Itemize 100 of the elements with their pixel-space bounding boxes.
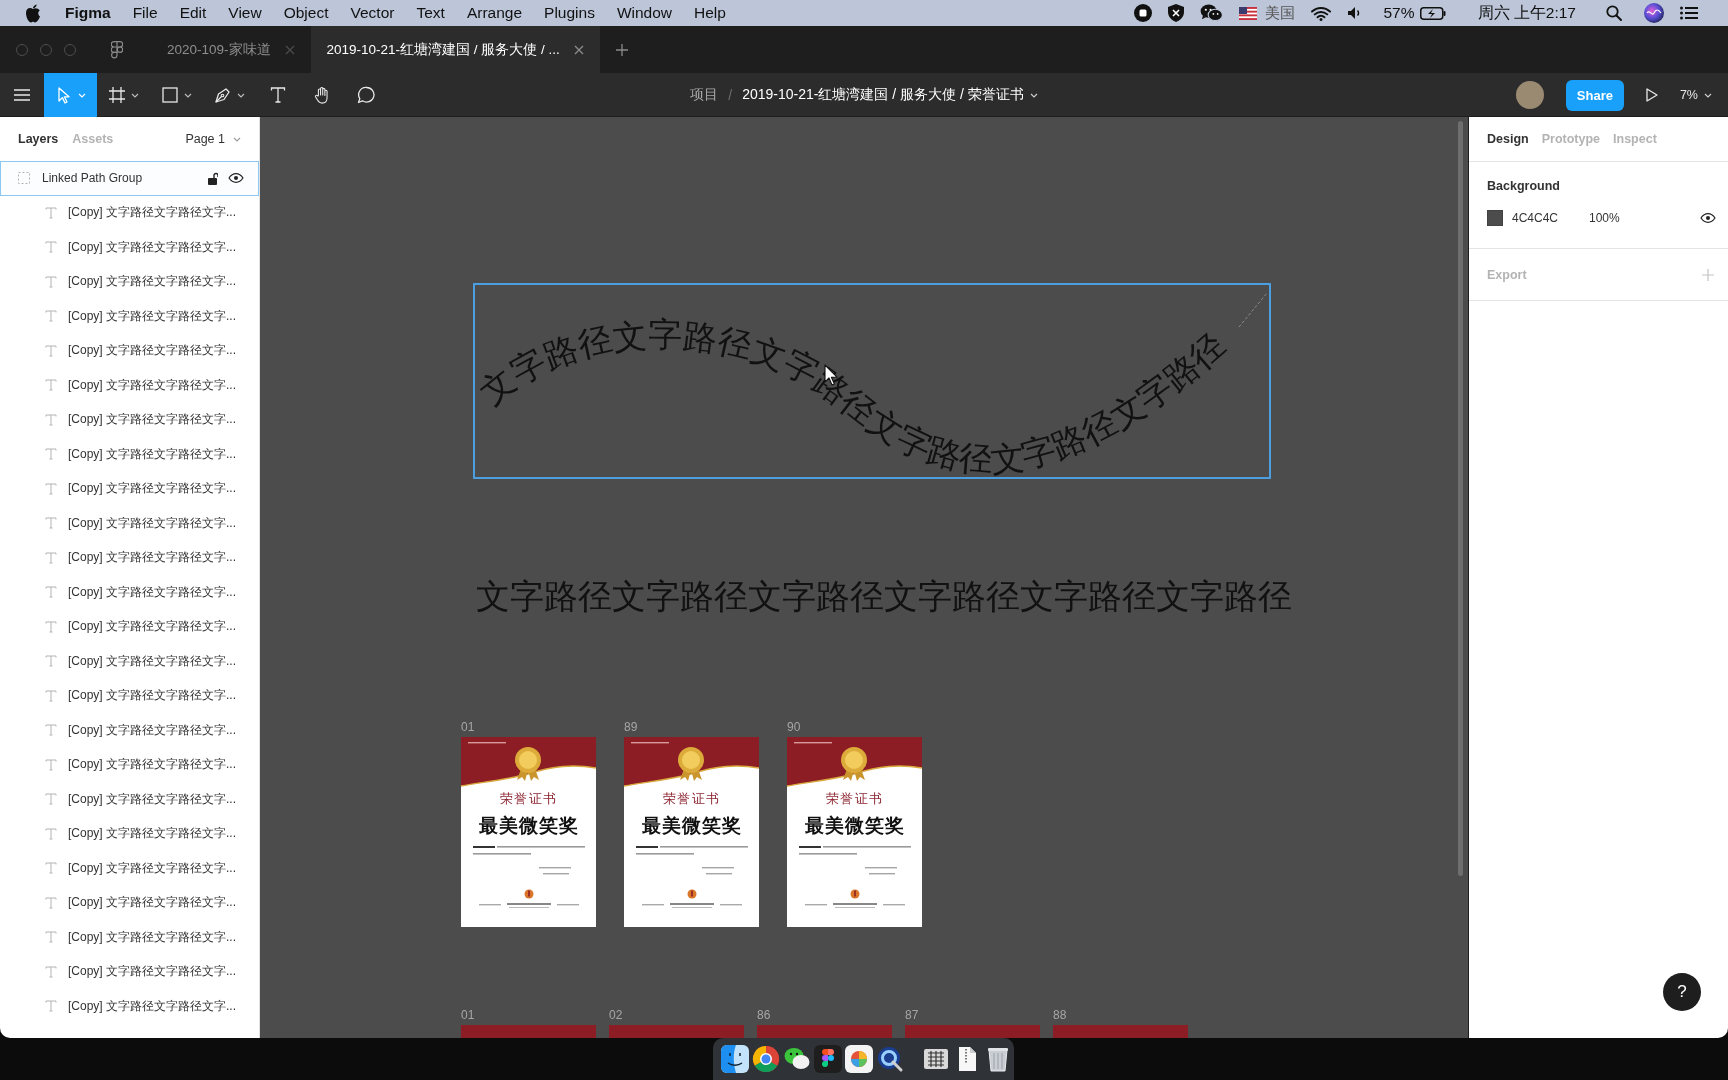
text-layer-icon xyxy=(45,275,57,288)
panel-tab[interactable]: Layers xyxy=(18,132,59,146)
plus-icon[interactable] xyxy=(615,43,628,56)
layer-item[interactable]: [Copy] 文字路径文字路径文字... xyxy=(0,264,259,299)
text-layer-icon xyxy=(45,379,57,392)
text-layer-icon xyxy=(45,1000,57,1013)
apple-icon[interactable] xyxy=(25,3,41,23)
layer-item[interactable]: [Copy] 文字路径文字路径文字... xyxy=(0,230,259,265)
list-icon[interactable] xyxy=(1680,6,1698,20)
file-tab[interactable]: 2019-10-21-红塘湾建国 / 服务大使 / ... xyxy=(310,26,600,73)
award-title: 最美微笑奖 xyxy=(641,813,742,837)
q-circle-icon[interactable] xyxy=(876,1045,904,1073)
eye-icon[interactable] xyxy=(228,173,244,184)
text-layer-icon xyxy=(45,931,57,944)
zoom-menu-button[interactable]: 7% xyxy=(1679,88,1712,102)
frame-label[interactable]: 87 xyxy=(905,1008,919,1022)
app-logo-icon[interactable] xyxy=(111,40,123,59)
layer-item[interactable]: [Copy] 文字路径文字路径文字... xyxy=(0,609,259,644)
menu-item[interactable]: Text xyxy=(405,4,456,22)
battery-percent[interactable]: 57% xyxy=(1383,4,1415,22)
pointer-icon xyxy=(55,86,73,104)
square-icon xyxy=(161,86,179,104)
frame-label[interactable]: 88 xyxy=(1053,1008,1067,1022)
scrollbar-thumb[interactable] xyxy=(1458,121,1463,876)
certificate-title: 荣誉证书 xyxy=(499,791,558,807)
battery-icon[interactable] xyxy=(1419,6,1446,20)
color-hex-input[interactable]: 4C4C4C xyxy=(1512,211,1589,225)
menu-item[interactable]: View xyxy=(217,4,273,22)
layer-item[interactable]: [Copy] 文字路径文字路径文字... xyxy=(0,678,259,713)
menu-item[interactable]: Help xyxy=(683,4,737,22)
app-menu[interactable]: Figma xyxy=(54,4,122,22)
color-swatch-icon[interactable] xyxy=(1487,210,1503,226)
play-icon[interactable] xyxy=(1645,88,1658,102)
award-title: 最美微笑奖 xyxy=(478,813,579,837)
text-layer-icon xyxy=(45,862,57,875)
menu-item[interactable]: Vector xyxy=(339,4,406,22)
certificate-frame[interactable]: 荣誉证书 最美微笑奖 xyxy=(787,737,922,927)
shield-icon[interactable] xyxy=(1168,4,1185,22)
frame-label[interactable]: 89 xyxy=(624,720,638,734)
page-menu-button[interactable]: Page 1 xyxy=(185,132,241,146)
frame-label[interactable]: 01 xyxy=(461,1008,475,1022)
smiling-face-icon[interactable] xyxy=(721,1045,749,1073)
chat-bubbles-icon[interactable] xyxy=(1200,4,1224,22)
shapes-logo-icon[interactable] xyxy=(814,1045,842,1073)
hash-icon xyxy=(108,86,126,104)
panel-tab[interactable]: Design xyxy=(1487,132,1529,146)
layer-item[interactable]: [Copy] 文字路径文字路径文字... xyxy=(0,989,259,1024)
orb-icon[interactable] xyxy=(1644,3,1664,23)
layer-item[interactable]: [Copy] 文字路径文字路径文字... xyxy=(0,333,259,368)
file-name-button[interactable]: 2019-10-21-红塘湾建国 / 服务大使 / 荣誉证书 xyxy=(742,86,1038,104)
path-line xyxy=(1238,292,1268,328)
layer-item[interactable]: [Copy] 文字路径文字路径文字... xyxy=(0,575,259,610)
layer-item[interactable]: [Copy] 文字路径文字路径文字... xyxy=(0,782,259,817)
project-link[interactable]: 项目 xyxy=(690,86,719,104)
layer-item[interactable]: [Copy] 文字路径文字路径文字... xyxy=(0,299,259,334)
layer-item[interactable]: [Copy] 文字路径文字路径文字... xyxy=(0,885,259,920)
menu-item[interactable]: Plugins xyxy=(533,4,606,22)
eye-icon[interactable] xyxy=(1700,213,1716,223)
layer-item[interactable]: [Copy] 文字路径文字路径文字... xyxy=(0,920,259,955)
layer-item[interactable]: [Copy] 文字路径文字路径文字... xyxy=(0,816,259,851)
opacity-input[interactable]: 100% xyxy=(1589,211,1620,225)
layer-item[interactable]: [Copy] 文字路径文字路径文字... xyxy=(0,713,259,748)
unlocked-padlock-icon[interactable] xyxy=(208,171,218,185)
avatar-icon[interactable] xyxy=(1515,81,1544,109)
menu-item[interactable]: Edit xyxy=(168,4,218,22)
menu-item[interactable]: Window xyxy=(605,4,684,22)
emblem-icon xyxy=(686,889,697,899)
file-tab[interactable]: 2020-109-家味道 xyxy=(145,26,311,73)
stop-circle-icon[interactable] xyxy=(1134,4,1153,22)
certificate-frame[interactable]: 荣誉证书 最美微笑奖 xyxy=(624,737,759,927)
layer-item[interactable]: Linked Path Group xyxy=(0,161,259,196)
layer-item[interactable]: [Copy] 文字路径文字路径文字... xyxy=(0,747,259,782)
flag-icon[interactable] xyxy=(1239,6,1258,20)
layer-item[interactable]: [Copy] 文字路径文字路径文字... xyxy=(0,368,259,403)
close-icon[interactable] xyxy=(573,44,584,55)
layer-item[interactable]: [Copy] 文字路径文字路径文字... xyxy=(0,506,259,541)
clock[interactable]: 周六 上午2:17 xyxy=(1477,2,1576,24)
layer-item[interactable]: [Copy] 文字路径文字路径文字... xyxy=(0,402,259,437)
search-icon[interactable] xyxy=(1606,5,1622,21)
layer-item[interactable]: [Copy] 文字路径文字路径文字... xyxy=(0,437,259,472)
frame-label[interactable]: 90 xyxy=(787,720,801,734)
frame-label[interactable]: 02 xyxy=(609,1008,623,1022)
menu-item[interactable]: File xyxy=(121,4,169,22)
layer-item[interactable]: [Copy] 文字路径文字路径文字... xyxy=(0,954,259,989)
certificate-frame[interactable]: 荣誉证书 最美微笑奖 xyxy=(461,737,596,927)
menu-item[interactable]: Arrange xyxy=(455,4,534,22)
medal-icon xyxy=(839,746,869,782)
wifi-icon[interactable] xyxy=(1311,5,1332,21)
layer-item[interactable]: [Copy] 文字路径文字路径文字... xyxy=(0,851,259,886)
tricolor-circle-icon[interactable] xyxy=(752,1045,780,1073)
text-tool-icon xyxy=(269,86,287,104)
layer-item[interactable]: [Copy] 文字路径文字路径文字... xyxy=(0,644,259,679)
layer-item[interactable]: [Copy] 文字路径文字路径文字... xyxy=(0,195,259,230)
frame-label[interactable]: 86 xyxy=(757,1008,771,1022)
input-source-label[interactable]: 美国 xyxy=(1265,3,1296,23)
frame-label[interactable]: 01 xyxy=(461,720,475,734)
selection-box[interactable] xyxy=(473,283,1271,479)
layer-item[interactable]: [Copy] 文字路径文字路径文字... xyxy=(0,540,259,575)
layer-item[interactable]: [Copy] 文字路径文字路径文字... xyxy=(0,471,259,506)
menu-item[interactable]: Object xyxy=(272,4,340,22)
